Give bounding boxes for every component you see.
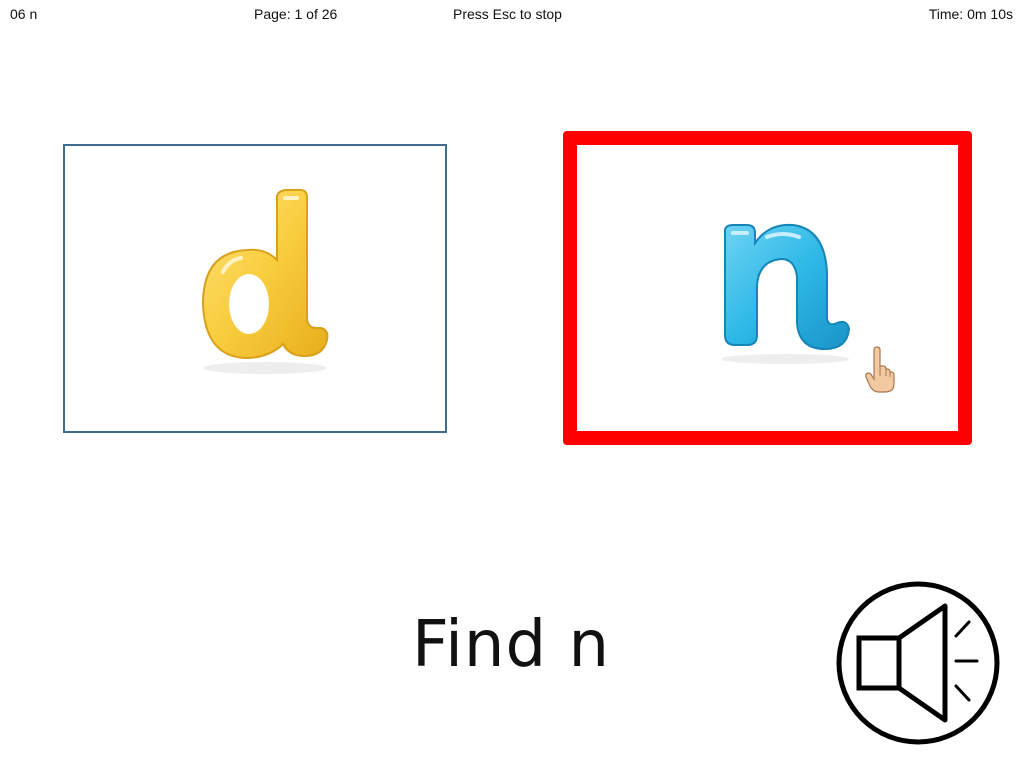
activity-name: 06 n (10, 6, 38, 22)
exit-hint: Press Esc to stop (453, 6, 562, 22)
timer: Time: 0m 10s (928, 6, 1013, 22)
speaker-icon[interactable] (835, 580, 1001, 746)
letter-d-magnet (201, 189, 329, 374)
game-screen: 06 n Page: 1 of 26 Press Esc to stop Tim… (0, 0, 1022, 768)
letter-n-magnet (721, 223, 851, 364)
page-indicator: Page: 1 of 26 (254, 6, 338, 22)
hand-pointer-icon (865, 346, 895, 393)
choice-card-d[interactable] (63, 144, 447, 433)
choice-card-n[interactable] (563, 131, 972, 445)
